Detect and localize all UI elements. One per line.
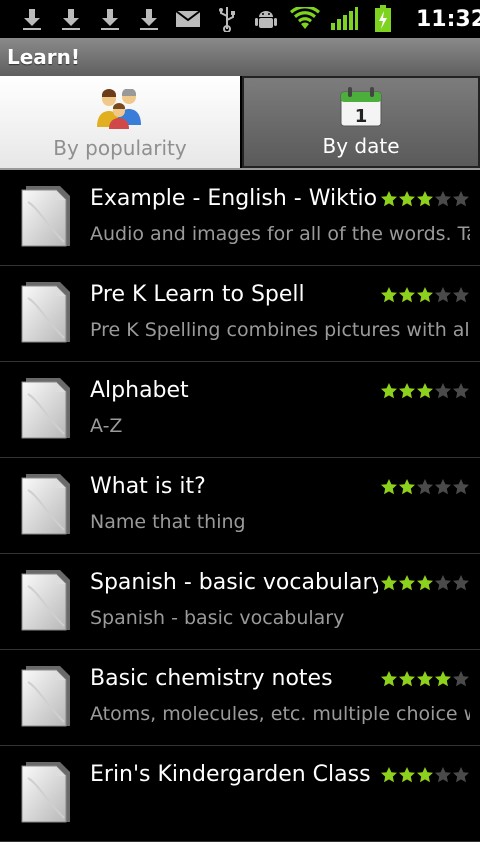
deck-list: Example - English - Wiktionary Audio and … [0, 170, 480, 842]
document-icon [18, 182, 74, 250]
star-empty-icon [434, 574, 452, 592]
people-icon [95, 86, 145, 132]
star-filled-icon [380, 190, 398, 208]
calendar-icon: 1 [339, 84, 383, 130]
tab-bar: By popularity 1 By date [0, 76, 480, 170]
tab-label: By date [322, 134, 400, 158]
rating-stars [380, 190, 470, 208]
star-filled-icon [434, 670, 452, 688]
star-filled-icon [416, 190, 434, 208]
download-icon [90, 0, 129, 38]
android-debug-icon [246, 0, 285, 38]
document-icon [18, 278, 74, 346]
tab-label: By popularity [53, 136, 187, 160]
star-empty-icon [434, 286, 452, 304]
item-title: What is it? [90, 474, 206, 499]
star-empty-icon [452, 766, 470, 784]
list-item[interactable]: What is it? Name that thing [0, 458, 480, 554]
star-empty-icon [416, 478, 434, 496]
item-subtitle: Pre K Spelling combines pictures with al… [90, 319, 470, 341]
item-title: Alphabet [90, 378, 189, 403]
star-empty-icon [452, 382, 470, 400]
tab-by-date[interactable]: 1 By date [242, 76, 480, 168]
item-title: Pre K Learn to Spell [90, 282, 305, 307]
item-subtitle: Spanish - basic vocabulary [90, 607, 345, 629]
signal-icon [324, 0, 363, 38]
item-title: Erin's Kindergarden Class [90, 762, 371, 787]
star-filled-icon [398, 574, 416, 592]
star-empty-icon [452, 478, 470, 496]
app-title-bar: Learn! [0, 38, 480, 76]
mail-icon [168, 0, 207, 38]
item-subtitle: A-Z [90, 415, 123, 437]
star-filled-icon [398, 382, 416, 400]
star-filled-icon [380, 766, 398, 784]
item-subtitle: Audio and images for all of the words. T… [90, 223, 470, 245]
star-empty-icon [452, 286, 470, 304]
star-filled-icon [398, 286, 416, 304]
download-icon [51, 0, 90, 38]
list-item[interactable]: Erin's Kindergarden Class [0, 746, 480, 842]
rating-stars [380, 478, 470, 496]
star-empty-icon [434, 766, 452, 784]
document-icon [18, 758, 74, 826]
star-filled-icon [416, 574, 434, 592]
star-empty-icon [434, 382, 452, 400]
wifi-icon [285, 0, 324, 38]
star-filled-icon [380, 670, 398, 688]
star-filled-icon [380, 286, 398, 304]
rating-stars [380, 286, 470, 304]
star-empty-icon [452, 190, 470, 208]
star-filled-icon [416, 286, 434, 304]
rating-stars [380, 670, 470, 688]
usb-icon [207, 0, 246, 38]
download-icon [12, 0, 51, 38]
rating-stars [380, 766, 470, 784]
star-filled-icon [398, 478, 416, 496]
status-bar: 11:32 [0, 0, 480, 38]
star-empty-icon [452, 574, 470, 592]
document-icon [18, 662, 74, 730]
document-icon [18, 566, 74, 634]
list-item[interactable]: Example - English - Wiktionary Audio and … [0, 170, 480, 266]
document-icon [18, 470, 74, 538]
star-filled-icon [416, 766, 434, 784]
status-clock: 11:32 [416, 6, 480, 32]
star-empty-icon [434, 190, 452, 208]
list-item[interactable]: Basic chemistry notes Atoms, molecules, e… [0, 650, 480, 746]
calendar-day: 1 [355, 106, 368, 127]
rating-stars [380, 574, 470, 592]
item-subtitle: Name that thing [90, 511, 246, 533]
star-filled-icon [398, 190, 416, 208]
star-filled-icon [416, 382, 434, 400]
battery-charging-icon [363, 0, 402, 38]
rating-stars [380, 382, 470, 400]
list-item[interactable]: Alphabet A-Z [0, 362, 480, 458]
tab-by-popularity[interactable]: By popularity [0, 76, 240, 168]
star-filled-icon [380, 574, 398, 592]
app-title: Learn! [7, 45, 81, 69]
list-item[interactable]: Pre K Learn to Spell Pre K Spelling combi… [0, 266, 480, 362]
item-subtitle: Atoms, molecules, etc. multiple choice w… [90, 703, 470, 725]
item-title: Spanish - basic vocabulary [90, 570, 378, 595]
star-empty-icon [434, 478, 452, 496]
star-filled-icon [416, 670, 434, 688]
item-title: Example - English - Wiktionary [90, 186, 378, 211]
document-icon [18, 374, 74, 442]
item-title: Basic chemistry notes [90, 666, 333, 691]
list-item[interactable]: Spanish - basic vocabulary Spanish - basi… [0, 554, 480, 650]
star-filled-icon [380, 478, 398, 496]
star-filled-icon [380, 382, 398, 400]
star-filled-icon [398, 670, 416, 688]
star-filled-icon [398, 766, 416, 784]
star-empty-icon [452, 670, 470, 688]
download-icon [129, 0, 168, 38]
